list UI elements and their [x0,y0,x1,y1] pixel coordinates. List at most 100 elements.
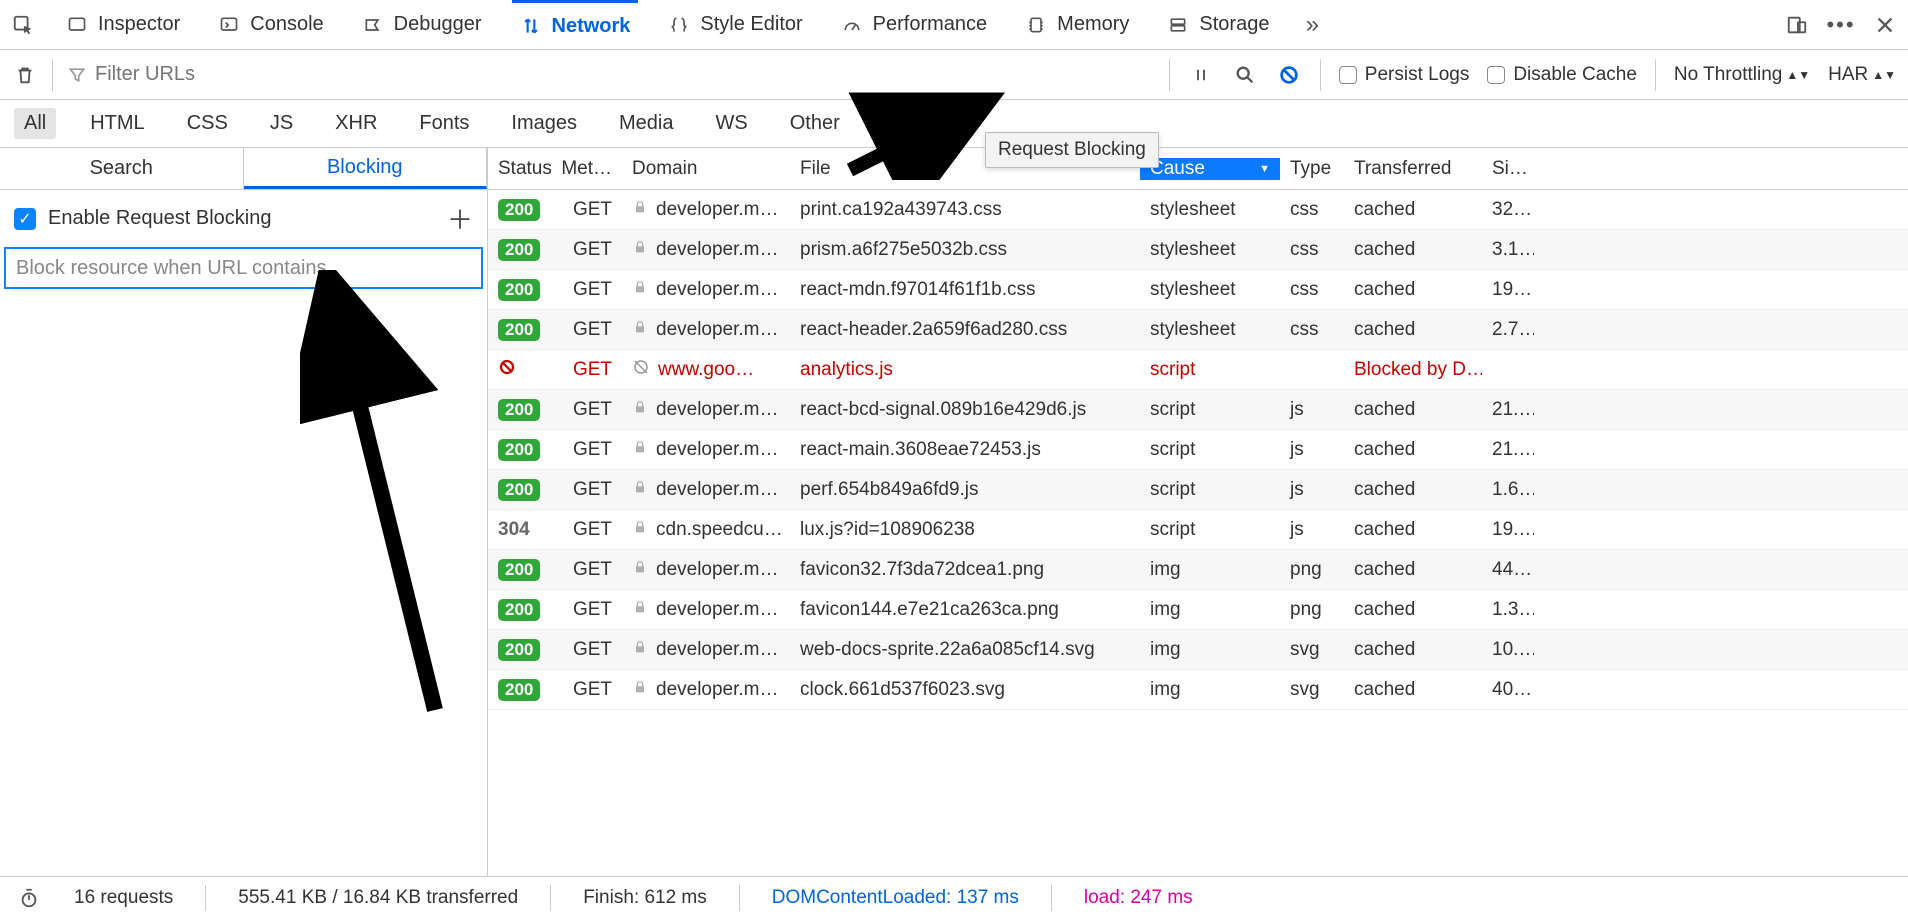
search-icon[interactable] [1232,62,1258,88]
throttling-select[interactable]: No Throttling ▲▼ [1674,64,1810,86]
table-row[interactable]: GETwww.goo…analytics.jsscriptBlocked by … [488,350,1908,390]
clear-icon[interactable] [12,62,38,88]
filter-urls[interactable] [67,63,467,86]
col-size[interactable]: Si… [1482,158,1534,180]
tab-performance[interactable]: Performance [833,0,996,49]
table-row[interactable]: 200GETdeveloper.m…favicon144.e7e21ca263c… [488,590,1908,630]
more-tabs-icon[interactable]: » [1299,12,1325,38]
pause-icon[interactable] [1188,62,1214,88]
kebab-menu-icon[interactable]: ••• [1828,12,1854,38]
transferred: cached [1354,559,1415,581]
table-row[interactable]: 200GETdeveloper.m…print.ca192a439743.css… [488,190,1908,230]
cause: img [1150,599,1181,621]
cause: stylesheet [1150,199,1236,221]
method: GET [573,399,612,421]
table-row[interactable]: 200GETdeveloper.m…clock.661d537f6023.svg… [488,670,1908,710]
blocking-tab[interactable]: Blocking [244,148,488,189]
tab-label: Style Editor [700,13,802,36]
col-transferred[interactable]: Transferred [1344,158,1482,180]
filter-media[interactable]: Media [611,108,681,139]
network-toolbar: Persist Logs Disable Cache No Throttling… [0,50,1908,100]
lock-icon [632,559,648,581]
col-domain[interactable]: Domain [622,158,790,180]
status-code: 200 [498,479,540,501]
search-tab[interactable]: Search [0,148,244,189]
disable-cache-checkbox[interactable]: Disable Cache [1487,64,1637,86]
type: css [1290,239,1319,261]
table-row[interactable]: 200GETdeveloper.m…react-mdn.f97014f61f1b… [488,270,1908,310]
tab-inspector[interactable]: Inspector [58,0,188,49]
block-pattern-input[interactable] [4,247,483,289]
filter-html[interactable]: HTML [82,108,152,139]
col-type[interactable]: Type [1280,158,1344,180]
tab-style-editor[interactable]: Style Editor [660,0,810,49]
checkbox-icon [1487,66,1505,84]
persist-logs-checkbox[interactable]: Persist Logs [1339,64,1470,86]
lock-icon [632,639,648,661]
file: lux.js?id=108906238 [800,519,975,541]
type: js [1290,519,1304,541]
tab-console[interactable]: Console [210,0,331,49]
table-row[interactable]: 304GETcdn.speedcu…lux.js?id=108906238scr… [488,510,1908,550]
network-icon [520,15,542,37]
method: GET [573,439,612,461]
tooltip-request-blocking: Request Blocking [985,132,1159,168]
size: 19… [1492,279,1532,301]
table-row[interactable]: 200GETdeveloper.m…prism.a6f275e5032b.css… [488,230,1908,270]
domain: developer.m… [656,399,779,421]
block-icon[interactable] [1276,62,1302,88]
har-select[interactable]: HAR ▲▼ [1828,64,1896,86]
transferred: cached [1354,279,1415,301]
close-devtools-icon[interactable] [1872,12,1898,38]
pick-element-icon[interactable] [10,12,36,38]
type: js [1290,439,1304,461]
filter-images[interactable]: Images [503,108,585,139]
filter-css[interactable]: CSS [179,108,236,139]
tab-network[interactable]: Network [512,0,639,49]
filter-xhr[interactable]: XHR [327,108,385,139]
lock-icon [632,439,648,461]
table-row[interactable]: 200GETdeveloper.m…perf.654b849a6fd9.jssc… [488,470,1908,510]
table-row[interactable]: 200GETdeveloper.m…react-bcd-signal.089b1… [488,390,1908,430]
lock-icon [632,199,648,221]
stopwatch-icon[interactable] [16,885,42,911]
add-pattern-button[interactable]: ＋ [447,200,473,237]
domain: developer.m… [656,319,779,341]
transferred-size: 555.41 KB / 16.84 KB transferred [238,887,518,909]
file: clock.661d537f6023.svg [800,679,1005,701]
tab-storage[interactable]: Storage [1159,0,1277,49]
domain: developer.m… [656,639,779,661]
console-icon [218,14,240,36]
transferred: cached [1354,679,1415,701]
method: GET [573,479,612,501]
enable-blocking-checkbox[interactable]: ✓ [14,208,36,230]
table-row[interactable]: 200GETdeveloper.m…favicon32.7f3da72dcea1… [488,550,1908,590]
transferred: cached [1354,199,1415,221]
memory-icon [1025,14,1047,36]
filter-fonts[interactable]: Fonts [411,108,477,139]
filter-all[interactable]: All [14,108,56,139]
col-cause[interactable]: Cause▼ [1140,158,1280,180]
filter-other[interactable]: Other [782,108,848,139]
type: png [1290,599,1322,621]
responsive-design-icon[interactable] [1784,12,1810,38]
status-code: 200 [498,559,540,581]
size: 21.… [1492,399,1534,421]
type: css [1290,319,1319,341]
size: 10.… [1492,639,1534,661]
col-method[interactable]: Met… [558,158,622,180]
filter-input[interactable] [95,63,395,86]
filter-js[interactable]: JS [262,108,301,139]
har-label: HAR [1828,64,1868,86]
tab-memory[interactable]: Memory [1017,0,1137,49]
transferred: cached [1354,319,1415,341]
filter-ws[interactable]: WS [708,108,756,139]
size: 1.6… [1492,479,1534,501]
table-row[interactable]: 200GETdeveloper.m…react-header.2a659f6ad… [488,310,1908,350]
tab-debugger[interactable]: Debugger [354,0,490,49]
table-row[interactable]: 200GETdeveloper.m…react-main.3608eae7245… [488,430,1908,470]
table-row[interactable]: 200GETdeveloper.m…web-docs-sprite.22a6a0… [488,630,1908,670]
col-status[interactable]: Status [488,158,558,180]
cause: stylesheet [1150,279,1236,301]
cause: stylesheet [1150,239,1236,261]
